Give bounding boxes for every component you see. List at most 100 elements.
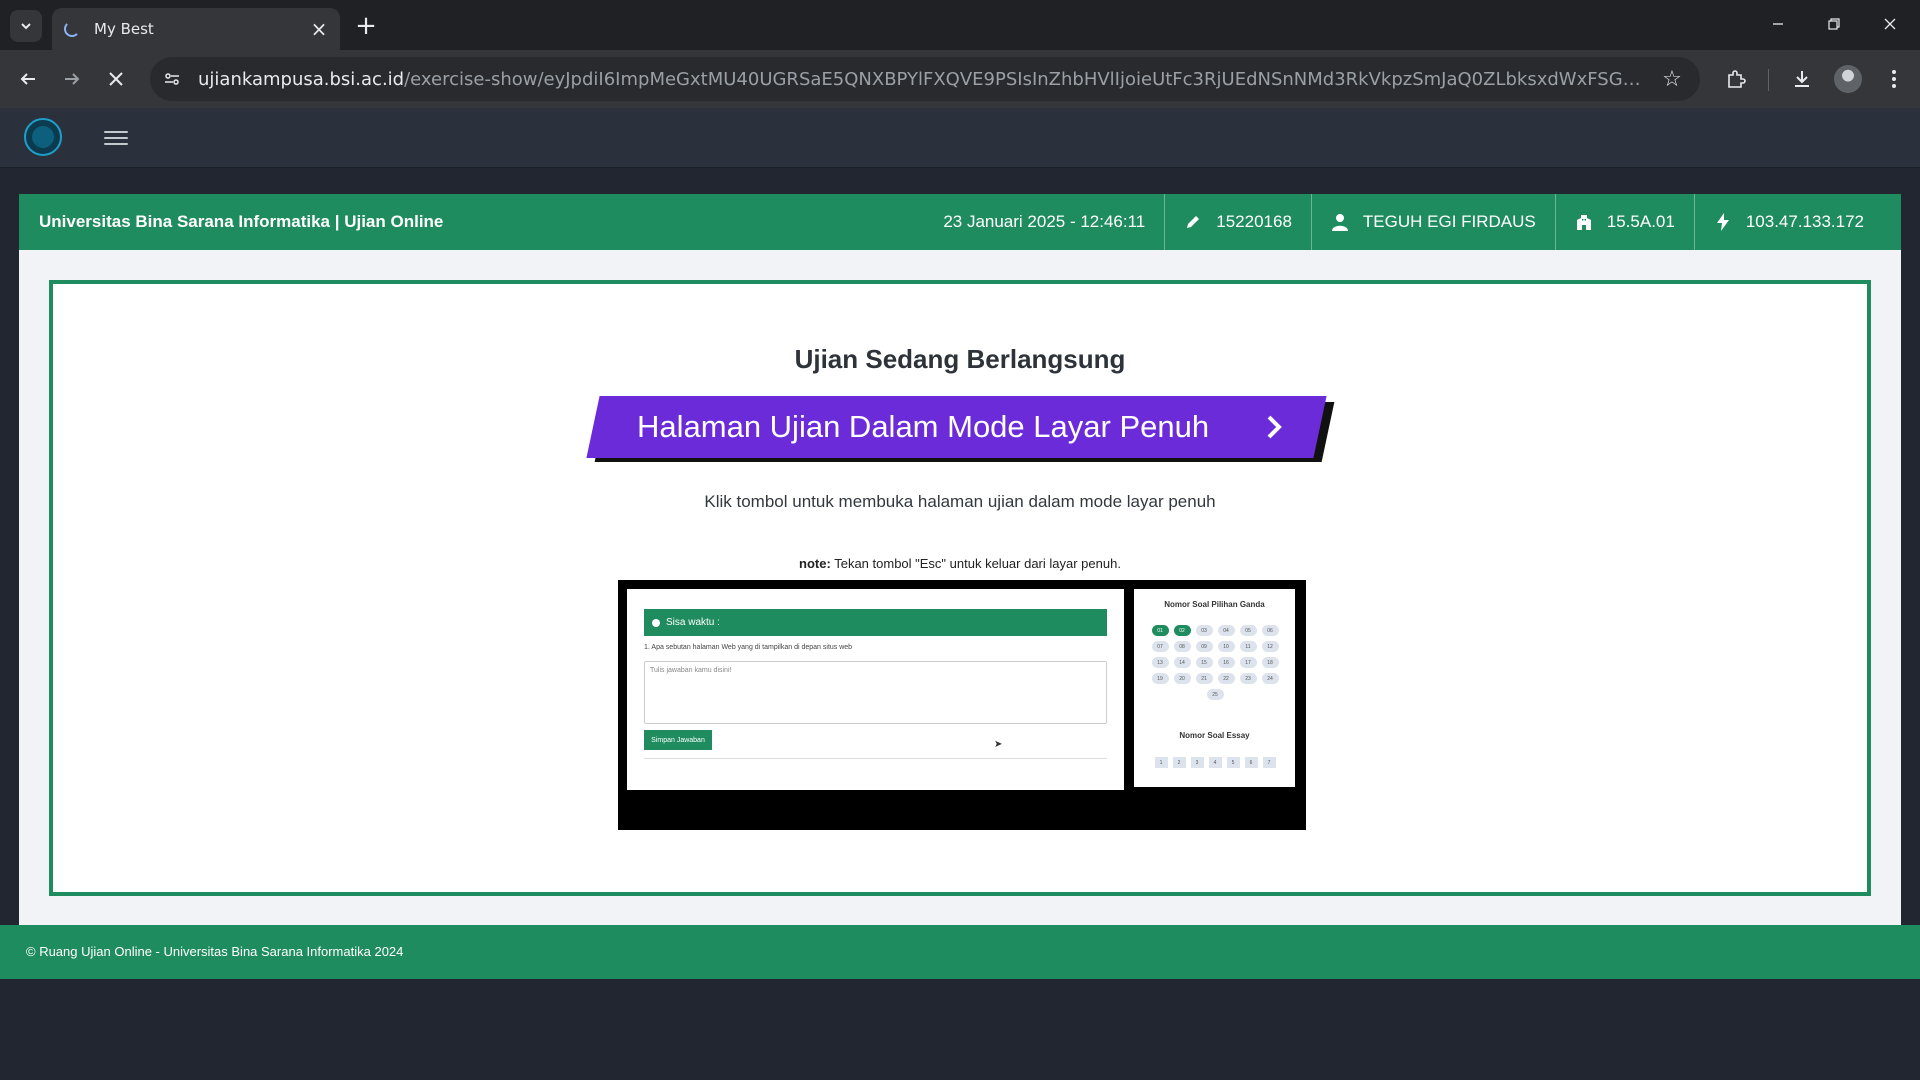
bookmark-star-icon[interactable]: ☆ bbox=[1658, 65, 1686, 93]
student-name-item: TEGUH EGI FIRDAUS bbox=[1310, 194, 1555, 250]
preview-mc-number: 04 bbox=[1217, 625, 1235, 636]
preview-mc-number: 14 bbox=[1173, 657, 1191, 668]
tab-search-button[interactable] bbox=[10, 10, 42, 42]
url-text: ujiankampusa.bsi.ac.id/exercise-show/eyJ… bbox=[198, 69, 1648, 90]
preview-mc-number: 11 bbox=[1239, 641, 1257, 652]
stop-loading-button[interactable] bbox=[100, 63, 132, 95]
restore-button[interactable] bbox=[1806, 6, 1862, 42]
room-number: 15.5A.01 bbox=[1606, 212, 1675, 231]
preview-mc-title: Nomor Soal Pilihan Ganda bbox=[1164, 600, 1265, 609]
preview-mc-number: 12 bbox=[1261, 641, 1279, 652]
preview-mc-number: 08 bbox=[1173, 641, 1191, 652]
student-id-item: 15220168 bbox=[1164, 194, 1311, 250]
preview-mc-number: 16 bbox=[1217, 657, 1235, 668]
preview-timer-label: Sisa waktu : bbox=[666, 617, 720, 628]
exam-card: Universitas Bina Sarana Informatika | Uj… bbox=[19, 194, 1901, 972]
clock-icon bbox=[652, 618, 660, 627]
page-footer: © Ruang Ujian Online - Universitas Bina … bbox=[0, 925, 1920, 979]
preview-mc-number: 22 bbox=[1217, 673, 1235, 684]
tab-title: My Best bbox=[94, 20, 154, 38]
preview-mc-number: 24 bbox=[1261, 673, 1279, 684]
preview-navigation-panel: Nomor Soal Pilihan Ganda 01 02 03 04 05 06 07 0… bbox=[1134, 589, 1295, 787]
chevron-down-icon bbox=[21, 23, 31, 30]
ip-address: 103.47.133.172 bbox=[1745, 212, 1864, 231]
browser-tab[interactable]: My Best × bbox=[52, 8, 340, 50]
preview-timer-bar: Sisa waktu : bbox=[644, 609, 1107, 636]
preview-mc-number: 01 bbox=[1151, 625, 1169, 636]
new-tab-button[interactable]: + bbox=[350, 10, 382, 42]
site-info-icon[interactable] bbox=[156, 63, 188, 95]
more-vert-icon bbox=[1892, 70, 1896, 88]
app-header bbox=[0, 108, 1920, 168]
university-logo[interactable] bbox=[24, 118, 62, 156]
user-icon bbox=[1331, 213, 1349, 231]
preview-mc-number: 17 bbox=[1239, 657, 1257, 668]
lightning-icon bbox=[1714, 213, 1732, 231]
preview-mc-number: 25 bbox=[1206, 689, 1224, 700]
preview-essay-number: 6 bbox=[1244, 757, 1258, 768]
close-icon bbox=[1884, 18, 1896, 30]
back-arrow-icon bbox=[20, 73, 35, 85]
student-name: TEGUH EGI FIRDAUS bbox=[1362, 212, 1536, 231]
preview-mc-number: 10 bbox=[1217, 641, 1235, 652]
preview-mc-number: 07 bbox=[1151, 641, 1169, 652]
note-label: note: bbox=[799, 556, 831, 571]
preview-question: 1. Apa sebutan halaman Web yang di tampi… bbox=[644, 644, 853, 651]
preview-divider bbox=[644, 758, 1107, 759]
ip-item: 103.47.133.172 bbox=[1693, 194, 1883, 250]
preview-mc-number: 13 bbox=[1151, 657, 1169, 668]
fullscreen-exam-button[interactable]: Halaman Ujian Dalam Mode Layar Penuh bbox=[586, 396, 1335, 462]
profile-avatar[interactable] bbox=[1834, 65, 1862, 93]
url-path: /exercise-show/eyJpdiI6ImpMeGxtMU40UGRSa… bbox=[404, 68, 1648, 90]
browser-toolbar: ujiankampusa.bsi.ac.id/exercise-show/eyJ… bbox=[0, 50, 1920, 108]
download-icon bbox=[1795, 71, 1809, 87]
downloads-button[interactable] bbox=[1786, 63, 1818, 95]
preview-mc-number: 20 bbox=[1173, 673, 1191, 684]
preview-mc-grid: 01 02 03 04 05 06 07 08 09 10 11 12 13 14 15 16 17 18 19 20… bbox=[1146, 625, 1284, 700]
hamburger-menu-icon[interactable] bbox=[104, 126, 128, 150]
student-id: 15220168 bbox=[1216, 212, 1292, 231]
preview-essay-number: 4 bbox=[1208, 757, 1222, 768]
preview-save-button: Simpan Jawaban bbox=[644, 730, 712, 750]
preview-answer-box: Tulis jawaban kamu disini! bbox=[644, 661, 1107, 724]
close-tab-icon[interactable]: × bbox=[306, 16, 332, 42]
preview-essay-number: 3 bbox=[1190, 757, 1204, 768]
preview-mc-number: 21 bbox=[1195, 673, 1213, 684]
close-window-button[interactable] bbox=[1862, 6, 1918, 42]
chevron-right-icon bbox=[1267, 415, 1282, 439]
browser-menu-button[interactable] bbox=[1878, 63, 1910, 95]
datetime-text: 23 Januari 2025 - 12:46:11 bbox=[943, 212, 1146, 231]
fullscreen-button-label: Halaman Ujian Dalam Mode Layar Penuh bbox=[637, 409, 1210, 444]
exam-card-header: Universitas Bina Sarana Informatika | Uj… bbox=[19, 194, 1901, 250]
header-info: 23 Januari 2025 - 12:46:11 15220168 TEGU… bbox=[924, 194, 1883, 250]
preview-question-panel: Sisa waktu : 1. Apa sebutan halaman Web … bbox=[627, 589, 1124, 790]
room-item: 15.5A.01 bbox=[1554, 194, 1694, 250]
extensions-button[interactable] bbox=[1720, 63, 1752, 95]
url-host: ujiankampusa.bsi.ac.id bbox=[198, 68, 405, 90]
browser-tabstrip: My Best × + bbox=[0, 0, 1920, 50]
puzzle-icon bbox=[1728, 70, 1746, 88]
page-content: Universitas Bina Sarana Informatika | Uj… bbox=[0, 108, 1920, 1080]
preview-mc-number: 15 bbox=[1195, 657, 1213, 668]
preview-mc-number: 23 bbox=[1239, 673, 1257, 684]
preview-essay-grid: 1234567 bbox=[1146, 757, 1284, 768]
exam-datetime: 23 Januari 2025 - 12:46:11 bbox=[924, 194, 1164, 250]
forward-arrow-icon bbox=[65, 73, 80, 85]
note-text: Tekan tombol "Esc" untuk keluar dari lay… bbox=[834, 556, 1121, 571]
fullscreen-preview-image: Sisa waktu : 1. Apa sebutan halaman Web … bbox=[618, 580, 1306, 830]
preview-essay-number: 5 bbox=[1226, 757, 1240, 768]
minimize-button[interactable] bbox=[1750, 6, 1806, 42]
escape-note: note: Tekan tombol "Esc" untuk keluar da… bbox=[53, 556, 1867, 571]
restore-icon bbox=[1828, 18, 1840, 30]
preview-essay-number: 7 bbox=[1262, 757, 1276, 768]
mouse-cursor-icon: ➤ bbox=[994, 739, 1003, 750]
back-button[interactable] bbox=[12, 63, 44, 95]
preview-essay-number: 2 bbox=[1172, 757, 1186, 768]
address-bar[interactable]: ujiankampusa.bsi.ac.id/exercise-show/eyJ… bbox=[150, 57, 1700, 101]
forward-button[interactable] bbox=[56, 63, 88, 95]
preview-mc-number: 03 bbox=[1195, 625, 1213, 636]
preview-essay-title: Nomor Soal Essay bbox=[1179, 731, 1250, 740]
toolbar-separator bbox=[1768, 69, 1769, 91]
preview-mc-number: 06 bbox=[1261, 625, 1279, 636]
preview-mc-number: 02 bbox=[1173, 625, 1191, 636]
